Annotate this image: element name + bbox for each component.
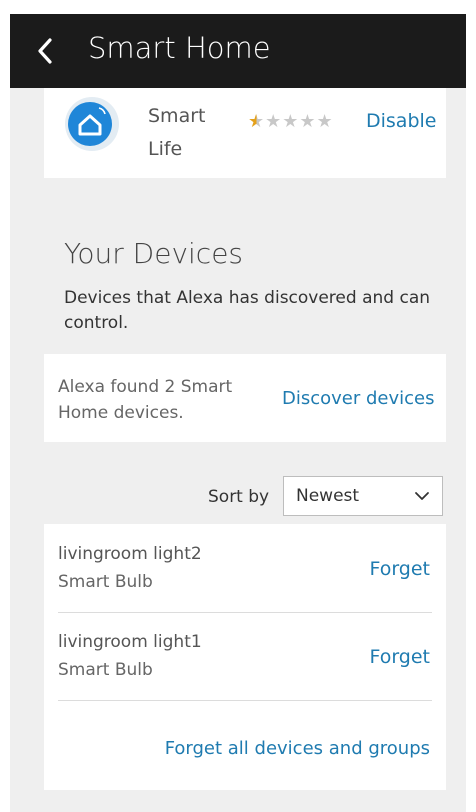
- forget-device-link[interactable]: Forget: [369, 644, 430, 670]
- device-name: livingroom light2: [58, 544, 202, 564]
- disable-skill-link[interactable]: Disable: [366, 108, 436, 134]
- page-title: Smart Home: [88, 31, 271, 65]
- smart-life-home-icon: [64, 96, 120, 152]
- sort-dropdown[interactable]: Newest: [283, 476, 443, 516]
- chevron-down-icon: [415, 492, 429, 500]
- chevron-left-icon: [38, 38, 52, 64]
- devices-found-text: Alexa found 2 Smart Home devices.: [58, 377, 233, 423]
- skill-card: Smart Life ★★★★★ Disable: [44, 88, 446, 178]
- device-list: livingroom light2 Smart Bulb Forget livi…: [44, 524, 446, 790]
- device-type: Smart Bulb: [58, 572, 153, 592]
- rating-stars-glyphs: ★★★★★: [248, 111, 334, 132]
- section-title: Your Devices: [64, 237, 244, 270]
- back-button[interactable]: [32, 36, 60, 66]
- rating-stars: ★★★★★: [248, 110, 334, 134]
- discover-devices-link[interactable]: Discover devices: [282, 386, 435, 412]
- device-type: Smart Bulb: [58, 660, 153, 680]
- forget-all-devices-link[interactable]: Forget all devices and groups: [165, 736, 430, 762]
- forget-device-link[interactable]: Forget: [369, 556, 430, 582]
- section-description: Devices that Alexa has discovered and ca…: [64, 288, 431, 333]
- device-name: livingroom light1: [58, 632, 202, 652]
- sort-label: Sort by: [208, 487, 270, 507]
- app-screen: Smart Home Smart Life ★★★★★ Disable Your…: [10, 14, 466, 812]
- device-row: livingroom light2 Smart Bulb Forget: [58, 524, 432, 613]
- sort-selected-value: Newest: [296, 486, 360, 506]
- device-row: livingroom light1 Smart Bulb Forget: [58, 612, 432, 701]
- skill-name: Smart Life: [148, 105, 206, 160]
- top-bar: Smart Home: [10, 14, 466, 88]
- discover-card: Alexa found 2 Smart Home devices. Discov…: [44, 354, 446, 442]
